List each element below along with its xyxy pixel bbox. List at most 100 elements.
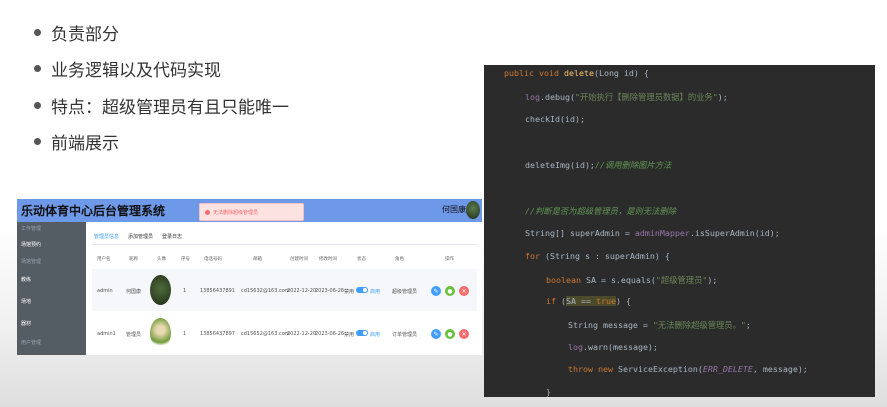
avatar-image	[150, 275, 171, 305]
sidebar-item-field[interactable]: 场地	[21, 298, 31, 305]
bullet-dot-icon	[34, 65, 41, 73]
code-text: String[] superAdmin =	[525, 228, 635, 238]
code-line-message: String message = "无法删除超级管理员。";	[568, 319, 751, 331]
tab-bar: 管理员信息 添加管理员 登录日志	[94, 233, 182, 240]
cell-seq: 1	[183, 288, 187, 294]
cell-phone: 13856437897	[200, 331, 235, 337]
avatar[interactable]	[466, 201, 480, 219]
code-keyword: if	[546, 296, 556, 306]
edit-button[interactable]: ✎	[431, 286, 441, 296]
bullet-item: 前端展示	[30, 124, 289, 161]
code-text: .warn(message);	[583, 342, 658, 352]
admin-screenshot: 乐动体育中心后台管理系统 无法删除超级管理员 何国康 工作管理 场馆预约 场馆管…	[17, 199, 482, 355]
code-text: (String s : superAdmin) {	[540, 251, 670, 261]
code-highlight: SA == true	[566, 296, 616, 306]
admin-title: 乐动体育中心后台管理系统	[21, 204, 166, 218]
user-name[interactable]: 何国康	[442, 204, 466, 215]
column-header: 用户名	[97, 257, 111, 262]
code-field: log	[568, 342, 583, 352]
code-field: log	[525, 92, 540, 102]
column-header: 状态	[357, 257, 366, 262]
admin-header: 乐动体育中心后台管理系统 无法删除超级管理员 何国康	[17, 199, 482, 222]
tab-add-admin[interactable]: 添加管理员	[128, 233, 153, 240]
user-button[interactable]: ●	[445, 329, 455, 339]
user-button[interactable]: ●	[445, 286, 455, 296]
code-line-delete-img: deleteImg(id);//调用删除图片方法	[525, 159, 671, 171]
delete-button[interactable]: ✕	[459, 286, 469, 296]
cell-seq: 1	[183, 331, 187, 337]
cell-status-on: 启用	[370, 289, 381, 295]
column-header: 邮箱	[253, 257, 262, 262]
edit-button[interactable]: ✎	[431, 329, 441, 339]
sidebar-item-users[interactable]: 用户管理	[21, 339, 41, 346]
bullet-dot-icon	[34, 138, 41, 146]
code-keyword: for	[525, 251, 540, 261]
code-text: .debug(	[540, 92, 575, 102]
cell-phone: 13856437891	[200, 288, 235, 294]
code-method-name: delete	[563, 68, 594, 78]
sidebar-item-work[interactable]: 工作管理	[21, 225, 41, 232]
cell-created: 2022-12-20	[287, 331, 317, 337]
status-toggle[interactable]	[356, 287, 368, 293]
code-constant: ERR_DELETE	[702, 364, 753, 374]
code-line-close: }	[546, 387, 551, 397]
error-icon	[205, 209, 210, 215]
cell-nickname: 管理员	[126, 332, 142, 338]
code-keyword: throw	[568, 364, 593, 374]
code-line-log-debug: log.debug("开始执行【删除管理员数据】的业务");	[525, 91, 728, 103]
code-text: );	[707, 275, 718, 285]
code-comment: //调用删除图片方法	[594, 160, 672, 170]
code-text: , message);	[752, 364, 808, 374]
tab-login-log[interactable]: 登录日志	[162, 233, 182, 240]
sidebar-item-venue[interactable]: 场馆管理	[21, 258, 41, 265]
column-header: 电话号码	[204, 257, 222, 262]
code-text: String message =	[568, 320, 653, 330]
toast-message: 无法删除超级管理员	[213, 209, 259, 216]
avatar-image	[150, 318, 171, 348]
code-text: SA ==	[566, 296, 596, 306]
column-header: 操作	[445, 257, 454, 262]
code-text: SA = s.equals(	[580, 275, 656, 285]
code-panel: public void delete(Long id) { log.debug(…	[484, 65, 875, 397]
bullet-text: 前端展示	[51, 134, 119, 155]
bullet-item: 负责部分	[30, 14, 289, 51]
bullet-list: 负责部分 业务逻辑以及代码实现 特点：超级管理员有且只能唯一 前端展示	[30, 14, 289, 160]
code-keyword: boolean	[546, 275, 581, 285]
code-line-comment: //判断是否为超级管理员，是则无法删除	[525, 206, 677, 216]
sidebar: 工作管理 场馆预约 场馆管理 教练 场地 器材 用户管理	[17, 222, 86, 355]
column-header: 昵称	[129, 257, 138, 262]
cell-role: 超级管理员	[392, 289, 418, 295]
sidebar-item-booking[interactable]: 场馆预约	[21, 241, 41, 248]
column-header: 头像	[157, 257, 166, 262]
code-keyword: void	[538, 68, 559, 78]
code-line-super-admin: String[] superAdmin = adminMapper.isSupe…	[525, 228, 780, 238]
bullet-item: 特点：超级管理员有且只能唯一	[30, 87, 289, 124]
tab-divider	[92, 244, 477, 245]
code-line-signature: public void delete(Long id) {	[504, 68, 649, 78]
column-header: 序号	[181, 257, 190, 262]
delete-button[interactable]: ✕	[459, 329, 469, 339]
bullet-text: 业务逻辑以及代码实现	[51, 61, 221, 82]
cell-username: admin1	[97, 331, 116, 337]
code-line-warn: log.warn(message);	[568, 342, 658, 352]
cell-role: 订单管理员	[392, 332, 418, 338]
column-header: 修改时间	[319, 257, 337, 262]
status-toggle[interactable]	[356, 330, 368, 336]
code-text: deleteImg(id);	[525, 160, 595, 170]
code-line-throw: throw new ServiceException(ERR_DELETE, m…	[568, 364, 808, 374]
column-header: 角色	[395, 257, 404, 262]
code-line-if: if (SA == true) {	[546, 296, 631, 306]
bullet-dot-icon	[34, 28, 41, 36]
cell-modified: 2023-06-26	[315, 288, 345, 294]
code-line-boolean: boolean SA = s.equals("超级管理员");	[546, 274, 717, 286]
code-params: (Long id) {	[593, 68, 649, 78]
code-line-check: checkId(id);	[525, 114, 585, 124]
tab-admin-info[interactable]: 管理员信息	[94, 233, 119, 240]
sidebar-item-coach[interactable]: 教练	[21, 276, 31, 283]
code-string: "无法删除超级管理员。"	[652, 320, 746, 330]
sidebar-item-equipment[interactable]: 器材	[21, 320, 31, 327]
bullet-item: 业务逻辑以及代码实现	[30, 51, 289, 88]
cell-modified: 2023-06-26	[315, 331, 345, 337]
code-text: .isSuperAdmin(id);	[689, 228, 780, 238]
code-keyword: public	[504, 68, 534, 78]
